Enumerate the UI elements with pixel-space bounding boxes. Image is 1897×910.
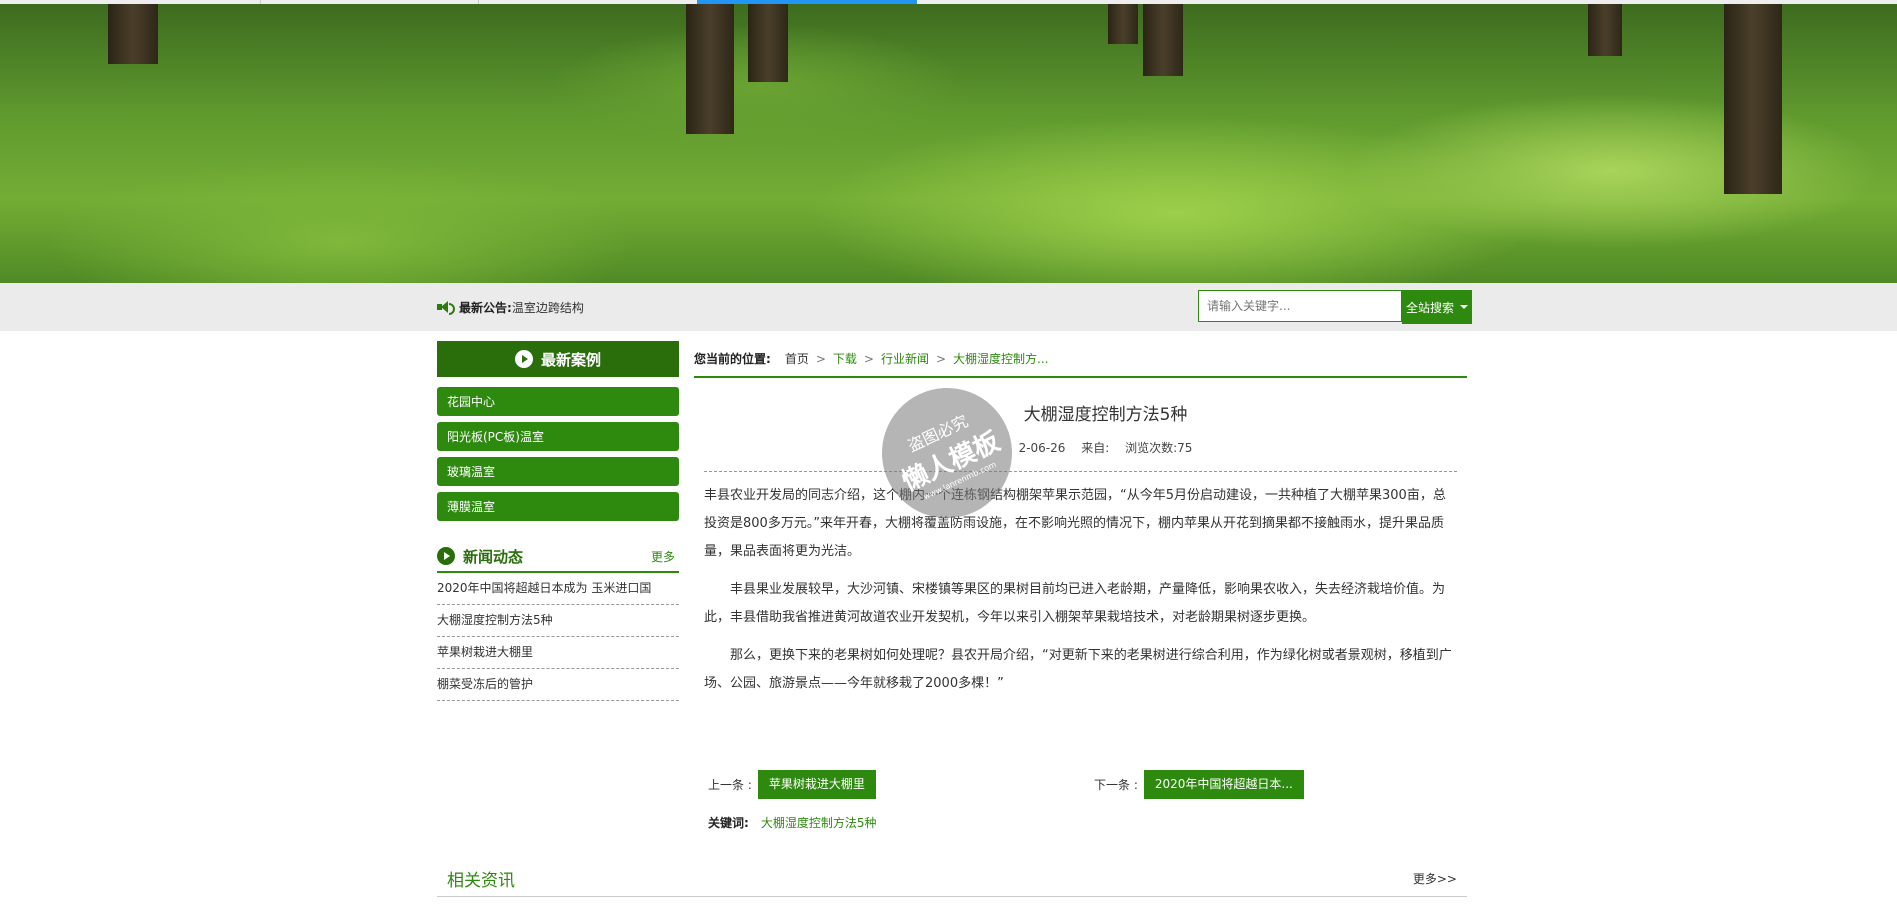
latest-cases-header: 最新案例: [437, 341, 679, 377]
next-label: 下一条 :: [1094, 778, 1138, 792]
news-more-link[interactable]: 更多: [651, 548, 675, 565]
breadcrumb-current[interactable]: 大棚湿度控制方...: [953, 350, 1048, 367]
case-item[interactable]: 玻璃温室: [437, 457, 679, 486]
sidebar: 最新案例 花园中心 阳光板(PC板)温室 玻璃温室 薄膜温室 新闻动态 更多 2…: [437, 341, 679, 701]
announcement-label: 最新公告:: [459, 300, 512, 315]
keywords: 关键词: 大棚湿度控制方法5种: [708, 814, 876, 831]
article-views: 浏览次数:75: [1125, 441, 1193, 455]
breadcrumb-home[interactable]: 首页: [785, 350, 809, 367]
forest-banner-image: [0, 4, 1897, 283]
chevron-right-icon: >: [863, 351, 874, 366]
speaker-icon: [437, 300, 455, 315]
list-item[interactable]: 苹果树栽进大棚里: [437, 637, 679, 669]
chevron-down-icon: [1460, 305, 1468, 309]
chevron-right-icon: >: [815, 351, 826, 366]
article-date: 2-06-26: [1018, 441, 1066, 455]
search-input[interactable]: [1198, 290, 1402, 322]
list-item[interactable]: 棚菜受冻后的管护: [437, 669, 679, 701]
related-more-link[interactable]: 更多>>: [1413, 870, 1457, 887]
prev-article-button[interactable]: 苹果树栽进大棚里: [757, 770, 876, 799]
search-button-label: 全站搜索: [1405, 300, 1454, 315]
divider: [704, 471, 1457, 472]
latest-cases-title: 最新案例: [540, 350, 601, 369]
list-item[interactable]: 2020年中国将超越日本成为 玉米进口国: [437, 573, 679, 605]
next-article: 下一条 : 2020年中国将超越日本...: [1094, 770, 1304, 799]
related-news-header: 相关资讯 更多>>: [437, 860, 1467, 897]
article-paragraph: 那么，更换下来的老果树如何处理呢？县农开局介绍，“对更新下来的老果树进行综合利用…: [704, 648, 1452, 691]
article-title: 大棚湿度控制方法5种: [1023, 405, 1188, 425]
breadcrumb-industry-news[interactable]: 行业新闻: [881, 350, 929, 367]
search-button[interactable]: 全站搜索: [1402, 290, 1472, 324]
play-circle-icon: [514, 350, 533, 368]
chevron-right-icon: >: [935, 351, 947, 366]
breadcrumb-label: 您当前的位置:: [694, 352, 771, 366]
announcement-text[interactable]: 温室边跨结构: [512, 299, 584, 316]
article-paragraph: 丰县果业发展较早，大沙河镇、宋楼镇等果区的果树目前均已进入老龄期，产量降低，影响…: [704, 582, 1446, 625]
article-source: 来自:: [1081, 441, 1110, 455]
site-search: 全站搜索: [1198, 290, 1472, 324]
keywords-label: 关键词:: [708, 816, 749, 830]
case-item[interactable]: 薄膜温室: [437, 492, 679, 521]
announcement: 最新公告: 温室边跨结构: [437, 297, 584, 317]
case-item[interactable]: 花园中心: [437, 387, 679, 416]
news-list: 2020年中国将超越日本成为 玉米进口国 大棚湿度控制方法5种 苹果树栽进大棚里…: [437, 573, 679, 701]
article-meta: 2-06-26 来自: 浏览次数:75: [744, 439, 1467, 456]
article-body: 丰县农业开发局的同志介绍，这个棚内一个连栋钢结构棚架苹果示范园，“从今年5月份启…: [694, 482, 1467, 698]
breadcrumb-download[interactable]: 下载: [833, 350, 857, 367]
next-article-button[interactable]: 2020年中国将超越日本...: [1143, 770, 1304, 799]
prev-article: 上一条 : 苹果树栽进大棚里: [708, 770, 876, 799]
notice-bar: [0, 283, 1897, 331]
article-main: 您当前的位置: 首页 > 下载 > 行业新闻 > 大棚湿度控制方... 大棚湿度…: [694, 341, 1467, 708]
case-item[interactable]: 阳光板(PC板)温室: [437, 422, 679, 451]
article-paragraph: 丰县农业开发局的同志介绍，这个棚内一个连栋钢结构棚架苹果示范园，“从今年5月份启…: [704, 488, 1446, 559]
play-circle-icon: [437, 547, 455, 565]
news-header: 新闻动态 更多: [437, 541, 679, 573]
keyword-link[interactable]: 大棚湿度控制方法5种: [761, 814, 877, 831]
breadcrumb: 您当前的位置: 首页 > 下载 > 行业新闻 > 大棚湿度控制方...: [694, 341, 1467, 378]
case-list: 花园中心 阳光板(PC板)温室 玻璃温室 薄膜温室: [437, 387, 679, 521]
list-item[interactable]: 大棚湿度控制方法5种: [437, 605, 679, 637]
related-title: 相关资讯: [447, 870, 515, 891]
prev-label: 上一条 :: [708, 778, 752, 792]
news-title: 新闻动态: [463, 547, 524, 566]
